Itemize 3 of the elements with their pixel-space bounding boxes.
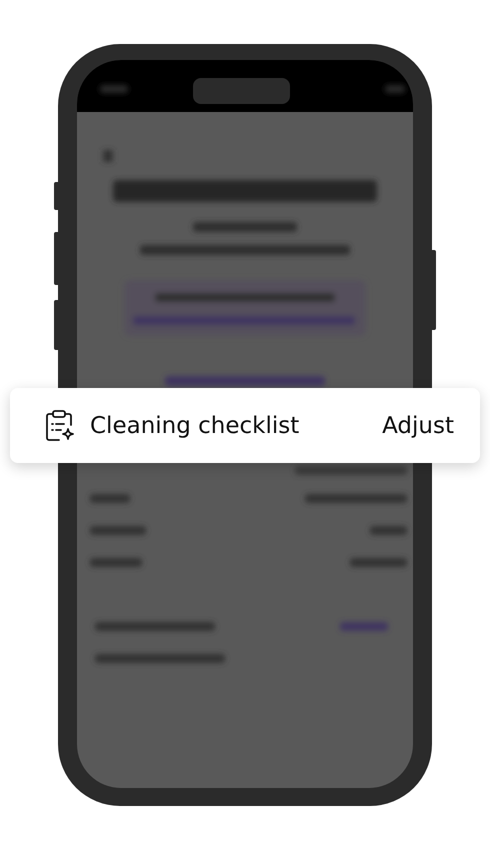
card-title: Cleaning checklist: [90, 412, 300, 438]
adjust-button[interactable]: Adjust: [376, 408, 460, 442]
clipboard-sparkle-icon: [44, 408, 76, 442]
